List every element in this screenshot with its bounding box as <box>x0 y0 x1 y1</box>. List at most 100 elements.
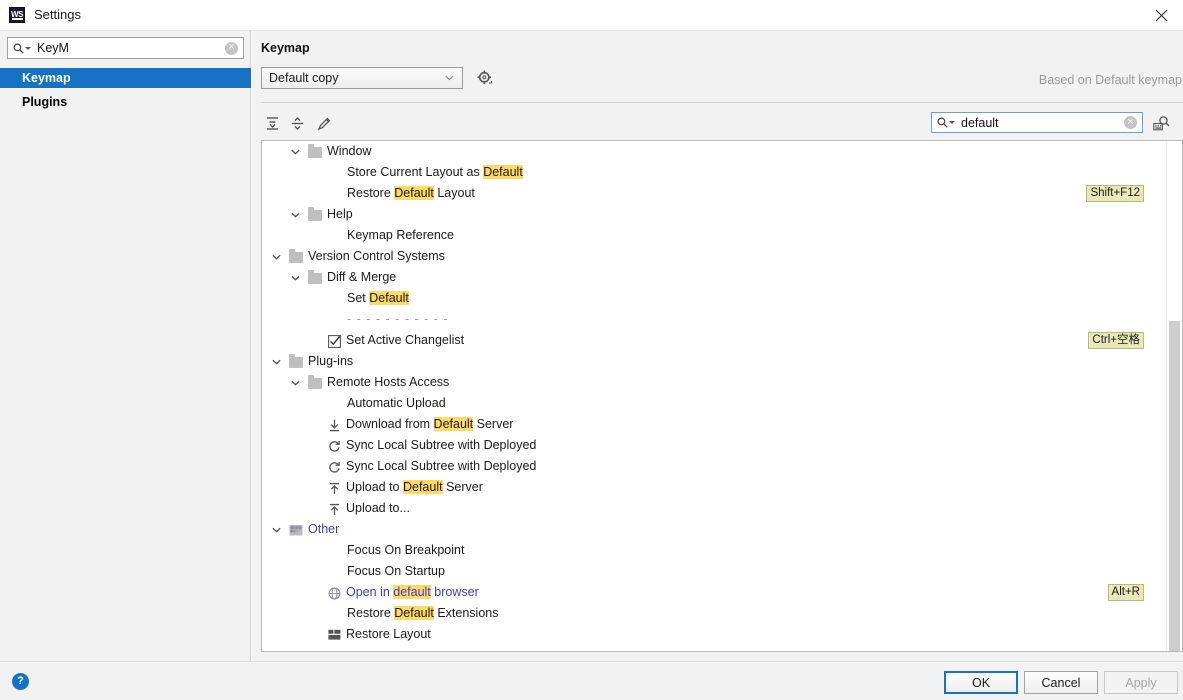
tree-row[interactable]: Focus On Breakpoint <box>262 540 1166 561</box>
tree-row[interactable]: Store Current Layout as Default <box>262 162 1166 183</box>
tree-row[interactable]: Set Default <box>262 288 1166 309</box>
ok-button-label: OK <box>971 675 991 690</box>
tree-search-value: default <box>961 115 999 130</box>
tree-row-label: Diff & Merge <box>327 270 397 284</box>
tree-row-label: Download from Default Server <box>346 417 514 431</box>
tree-row-label: Plug-ins <box>308 354 354 368</box>
folder-icon <box>307 269 323 286</box>
search-dropdown-caret-icon[interactable] <box>949 121 955 124</box>
folder-icon <box>307 206 323 223</box>
tree-row-label: Window <box>327 144 372 158</box>
tree-row[interactable]: Automatic Upload <box>262 393 1166 414</box>
tree-row-label: Upload to Default Server <box>346 480 483 494</box>
tree-row-label: Focus On Startup <box>347 564 445 578</box>
sidebar-search-input[interactable]: KeyM <box>7 37 244 59</box>
tree-row[interactable]: Download from Default Server <box>262 414 1166 435</box>
close-icon[interactable] <box>1139 0 1183 31</box>
tree-expand-chevron-icon[interactable] <box>288 208 302 222</box>
sidebar-item-keymap[interactable]: Keymap <box>0 68 251 88</box>
apply-button-label: Apply <box>1125 675 1157 690</box>
help-icon[interactable]: ? <box>12 673 29 690</box>
tree-scrollbar[interactable] <box>1166 141 1182 651</box>
tree-row[interactable]: Help <box>262 204 1166 225</box>
tree-toolbar: default <box>261 109 1183 137</box>
clear-icon[interactable] <box>1124 116 1137 129</box>
expand-all-icon[interactable] <box>261 112 283 134</box>
cancel-button[interactable]: Cancel <box>1024 671 1098 694</box>
keymap-select[interactable]: Default copy <box>261 67 463 89</box>
shortcut-badge: Ctrl+空格 <box>1088 332 1144 349</box>
settings-sidebar: KeyM Keymap Plugins <box>0 31 251 661</box>
keymap-panel: Keymap Default copy Based on Default key… <box>252 31 1183 661</box>
tree-row[interactable]: Restore Default Layout Shift+F12 <box>262 183 1166 204</box>
tree-row[interactable]: Focus On Startup <box>262 561 1166 582</box>
tree-expand-chevron-icon[interactable] <box>269 355 283 369</box>
tree-row[interactable]: Other <box>262 519 1166 540</box>
tree-scrollbar-thumb[interactable] <box>1169 321 1180 651</box>
plugin-module-icon <box>288 522 304 538</box>
sidebar-item-label: Keymap <box>22 71 71 85</box>
globe-icon <box>326 585 342 601</box>
search-match-highlight: Default <box>394 606 434 620</box>
tree-row[interactable]: Version Control Systems <box>262 246 1166 267</box>
tree-row[interactable]: Sync Local Subtree with Deployed <box>262 456 1166 477</box>
collapse-all-icon[interactable] <box>286 112 308 134</box>
tree-row-label: Other <box>308 522 340 536</box>
search-match-highlight: default <box>393 585 431 599</box>
tree-expand-chevron-icon[interactable] <box>288 271 302 285</box>
window-title: Settings <box>34 7 81 22</box>
folder-icon <box>307 374 323 391</box>
tree-row-label: Open in default browser <box>346 585 479 599</box>
tree-row[interactable]: Plug-ins <box>262 351 1166 372</box>
tree-row[interactable]: Restore Layout <box>262 624 1166 645</box>
tree-row[interactable]: Open in default browser Alt+R <box>262 582 1166 603</box>
search-match-highlight: Default <box>483 165 523 179</box>
tree-row-label: Help <box>327 207 353 221</box>
tree-row-label: Restore Layout <box>346 627 431 641</box>
tree-row[interactable]: Upload to... <box>262 498 1166 519</box>
sidebar-item-plugins[interactable]: Plugins <box>0 92 251 112</box>
search-match-highlight: Default <box>369 291 409 305</box>
tree-row-label: Sync Local Subtree with Deployed <box>346 438 537 452</box>
panel-divider <box>261 102 1183 103</box>
tree-row[interactable]: Keymap Reference <box>262 225 1166 246</box>
download-icon <box>326 417 342 433</box>
gear-icon[interactable] <box>474 67 496 89</box>
tree-row[interactable]: Remote Hosts Access <box>262 372 1166 393</box>
tree-expand-chevron-icon[interactable] <box>269 523 283 537</box>
find-by-shortcut-icon[interactable] <box>1149 112 1173 134</box>
tree-row-label: Set Active Changelist <box>346 333 465 347</box>
pencil-edit-icon[interactable] <box>313 112 335 134</box>
keymap-actions-tree[interactable]: Window Store Current Layout as Default Res… <box>261 140 1183 652</box>
tree-row[interactable]: Sync Local Subtree with Deployed <box>262 435 1166 456</box>
upload-icon <box>326 480 342 496</box>
dialog-footer: ? OK Cancel Apply <box>0 661 1183 700</box>
folder-icon <box>288 248 304 265</box>
tree-row-label: Sync Local Subtree with Deployed <box>346 459 537 473</box>
search-dropdown-caret-icon[interactable] <box>25 46 31 50</box>
chevron-down-icon <box>445 74 454 83</box>
page-title: Keymap <box>261 41 310 55</box>
tree-row[interactable]: Upload to Default Server <box>262 477 1166 498</box>
tree-expand-chevron-icon[interactable] <box>269 250 283 264</box>
tree-row-label: Restore Default Layout <box>347 186 475 200</box>
cancel-button-label: Cancel <box>1041 675 1081 690</box>
tree-expand-chevron-icon[interactable] <box>288 145 302 159</box>
tree-search-input[interactable]: default <box>931 112 1143 133</box>
tree-row[interactable]: Set Active Changelist Ctrl+空格 <box>262 330 1166 351</box>
folder-icon <box>288 353 304 370</box>
search-match-highlight: Default <box>433 417 474 431</box>
tree-row[interactable]: - - - - - - - - - - - <box>262 309 1166 330</box>
tree-row[interactable]: Restore Default Extensions <box>262 603 1166 624</box>
ok-button[interactable]: OK <box>944 671 1018 694</box>
tree-row[interactable]: Diff & Merge <box>262 267 1166 288</box>
tree-row-label: Set Default <box>347 291 409 305</box>
shortcut-badge: Alt+R <box>1107 584 1144 601</box>
tree-row-label: Remote Hosts Access <box>327 375 450 389</box>
tree-row-label: Upload to... <box>346 501 410 515</box>
clear-icon[interactable] <box>225 41 238 55</box>
tree-row[interactable]: Window <box>262 141 1166 162</box>
tree-expand-chevron-icon[interactable] <box>288 376 302 390</box>
based-on-keymap-label: Based on Default keymap <box>1038 73 1182 87</box>
search-match-highlight: Default <box>394 186 434 200</box>
